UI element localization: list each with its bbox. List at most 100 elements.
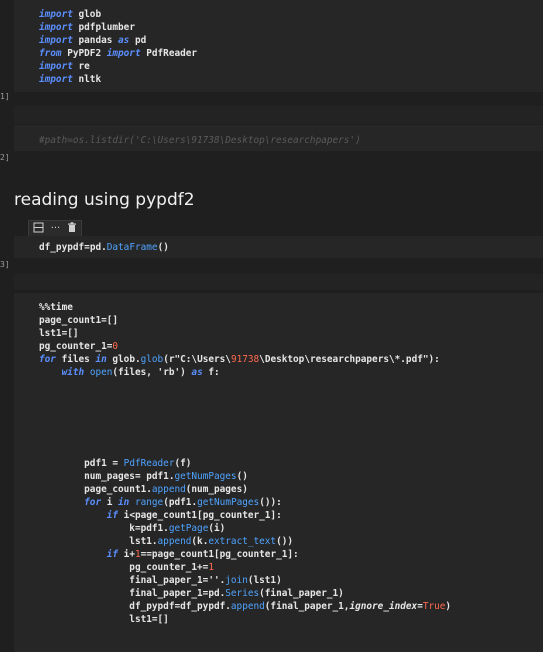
code-token: df_pypdf=df_pypdf. — [39, 601, 231, 612]
code-line: pg_counter_1+=1 — [39, 561, 214, 574]
empty-cell[interactable] — [14, 106, 543, 124]
code-token: 0 — [112, 341, 119, 352]
code-token: for — [39, 354, 56, 365]
code-line: if i+1==page_count1[pg_counter_1]: — [39, 548, 299, 561]
code-token: (k. — [191, 536, 209, 547]
code-token: pandas — [72, 35, 119, 46]
code-token: re — [72, 61, 90, 72]
code-token: with — [61, 367, 85, 378]
code-line: import pandas as pd — [39, 34, 146, 47]
code-token: (f) — [174, 458, 192, 469]
code-token: nltk — [72, 74, 102, 85]
code-token: import — [39, 35, 73, 46]
code-token: i — [101, 497, 119, 508]
code-line: import nltk — [39, 73, 101, 86]
code-token: import — [39, 74, 73, 85]
code-token: append — [230, 601, 265, 612]
code-token: lst1=[] — [39, 328, 79, 339]
code-token: in — [118, 497, 130, 508]
code-line: lst1=[] — [39, 327, 79, 340]
code-token: ignore_index — [349, 601, 418, 612]
code-token: if — [106, 549, 119, 560]
code-token: (lst1) — [247, 575, 282, 586]
code-token: pdfplumber — [72, 22, 135, 33]
code-token: getNumPages — [197, 497, 260, 508]
code-token: ()) — [276, 536, 294, 547]
code-cell-3[interactable]: df_pypdf=pd.DataFrame() — [14, 236, 543, 258]
code-token: pdf1 = — [39, 458, 124, 469]
code-line: for i in range(pdf1.getNumPages()): — [39, 496, 282, 509]
code-token: (num_pages) — [185, 484, 248, 495]
code-token: getNumPages — [174, 471, 237, 482]
code-token: (final_paper_1, — [264, 601, 350, 612]
execution-count-3: 3] — [0, 260, 10, 269]
code-token: %%time — [39, 302, 73, 313]
code-token: import — [39, 9, 73, 20]
code-token: in — [95, 354, 107, 365]
empty-cell-2[interactable] — [14, 274, 543, 290]
code-token: pg_counter_1= — [39, 341, 113, 352]
code-token: \Desktop\researchpapers\*.pdf"): — [259, 354, 440, 365]
code-line: %%time — [39, 301, 73, 314]
execution-count-1: 1] — [0, 92, 10, 101]
trash-icon[interactable] — [67, 222, 77, 236]
code-token: Series — [225, 588, 260, 599]
code-token: pg_counter_1+= — [39, 562, 209, 573]
code-token: PyPDF2 — [61, 48, 107, 59]
code-line: pdf1 = PdfReader(f) — [39, 457, 191, 470]
code-token: if — [106, 510, 119, 521]
code-token: ==page_count1[pg_counter_1]: — [140, 549, 299, 560]
code-token: ()): — [259, 497, 282, 508]
code-token: pd. — [89, 242, 107, 253]
code-line: pg_counter_1=0 — [39, 340, 118, 353]
code-token: (r"C:\Users\ — [163, 354, 231, 365]
code-token: as — [191, 367, 203, 378]
code-token: () — [236, 471, 248, 482]
code-token: (files, 'rb') — [112, 367, 192, 378]
code-token: PdfReader — [123, 458, 175, 469]
code-cell-1[interactable]: import glob import pdfplumber import panda… — [14, 0, 543, 92]
code-token: i<page_count1[pg_counter_1]: — [118, 510, 282, 521]
code-token: f: — [202, 367, 220, 378]
code-token: getPage — [168, 523, 209, 534]
code-token: join — [225, 575, 248, 586]
code-token: k=pdf1. — [39, 523, 169, 534]
code-token: page_count1. — [39, 484, 152, 495]
code-token: append — [157, 536, 192, 547]
code-line: import re — [39, 60, 90, 73]
code-line: import pdfplumber — [39, 21, 135, 34]
code-token: from — [39, 48, 62, 59]
code-cell-4[interactable]: %%time page_count1=[] lst1=[] pg_counter_1=… — [14, 293, 543, 652]
code-token: () — [157, 242, 169, 253]
code-token: final_paper_1=''. — [39, 575, 226, 586]
code-token: range — [134, 497, 164, 508]
execution-count-2: 2] — [0, 153, 10, 162]
more-icon[interactable]: ··· — [51, 224, 61, 234]
code-line: lst1.append(k.extract_text()) — [39, 535, 293, 548]
code-token: DataFrame — [106, 242, 158, 253]
code-line: final_paper_1=pd.Series(final_paper_1) — [39, 587, 344, 600]
code-cell-2[interactable]: #path=os.listdir('C:\Users\91738\Desktop… — [14, 125, 543, 151]
code-line: k=pdf1.getPage(i) — [39, 522, 225, 535]
code-token: PdfReader — [140, 48, 198, 59]
code-token: num_pages= pdf1. — [39, 471, 175, 482]
code-token: page_count1=[] — [39, 315, 119, 326]
code-token: #path=os.listdir('C:\Users\91738\Desktop… — [39, 135, 361, 146]
code-line: import glob — [39, 8, 101, 21]
code-line: page_count1=[] — [39, 314, 118, 327]
code-line: if i<page_count1[pg_counter_1]: — [39, 509, 282, 522]
code-token: open — [89, 367, 113, 378]
code-token: 91738 — [230, 354, 260, 365]
code-token: files — [55, 354, 96, 365]
code-token: pd — [129, 35, 147, 46]
split-cell-icon[interactable] — [33, 222, 44, 236]
code-line: with open(files, 'rb') as f: — [39, 366, 220, 379]
code-line: for files in glob.glob(r"C:\Users\91738\… — [39, 353, 440, 366]
code-line: #path=os.listdir('C:\Users\91738\Desktop… — [39, 134, 361, 147]
code-token: (final_paper_1) — [259, 588, 344, 599]
code-token: lst1. — [39, 536, 158, 547]
